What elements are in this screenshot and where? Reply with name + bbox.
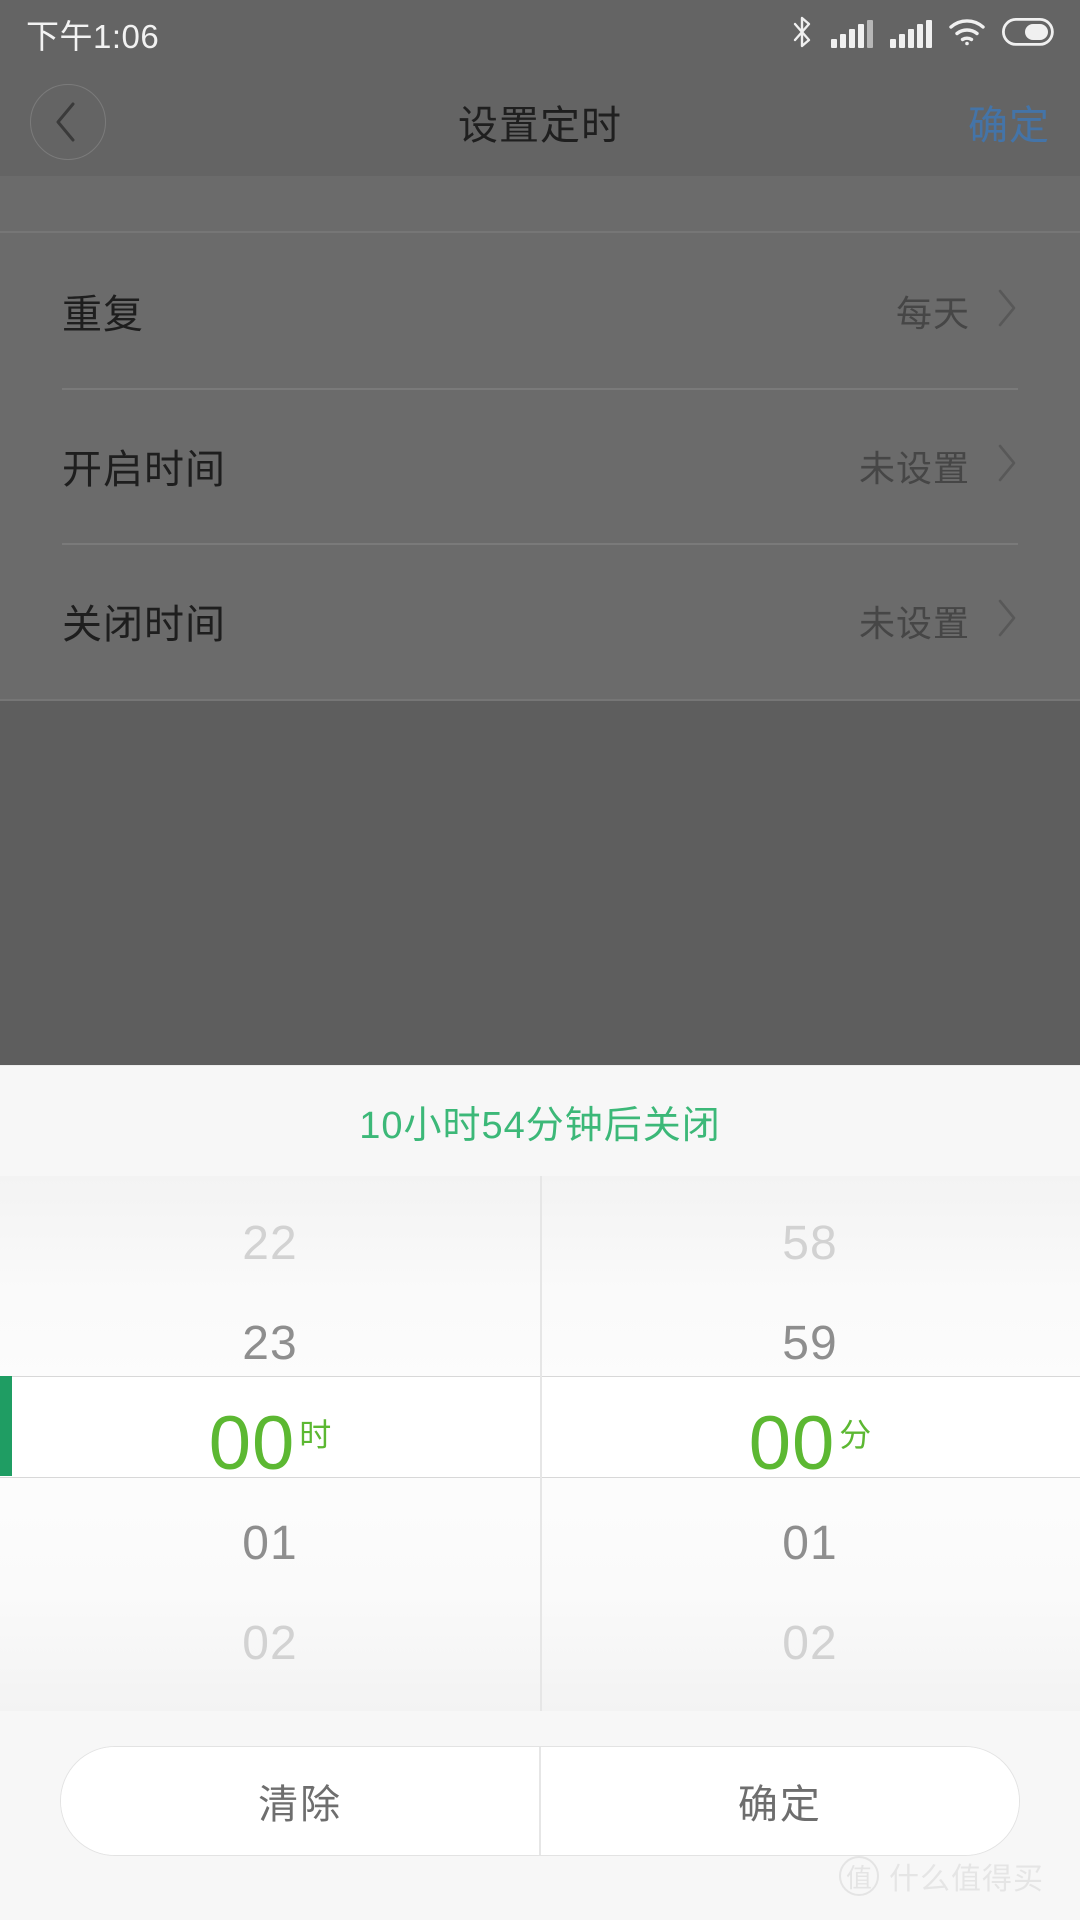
signal-icon-2: [890, 20, 932, 48]
setting-label-off-time: 关闭时间: [62, 602, 226, 647]
hour-option-below1[interactable]: 01: [0, 1494, 540, 1594]
setting-row-on-time[interactable]: 开启时间 未设置: [0, 388, 1080, 543]
setting-value-off-time: 未设置: [858, 602, 970, 644]
sheet-action-bar: 清除 确定: [60, 1746, 1020, 1856]
setting-label-on-time: 开启时间: [62, 447, 226, 492]
minute-option-below2[interactable]: 02: [540, 1594, 1080, 1694]
status-bar-time: 下午1:06: [26, 18, 160, 55]
minute-option-above1[interactable]: 59: [540, 1294, 1080, 1394]
chevron-right-icon: [996, 598, 1018, 643]
setting-label-repeat: 重复: [62, 292, 144, 337]
settings-list: 重复 每天 开启时间 未设置 关闭时间 未设置: [0, 233, 1080, 700]
title-bar: 设置定时 确定: [0, 68, 1080, 176]
chevron-right-icon: [996, 288, 1018, 333]
minute-option-below1[interactable]: 01: [540, 1494, 1080, 1594]
battery-icon: [1001, 17, 1054, 51]
watermark-text: 什么值得买: [889, 1863, 1044, 1896]
setting-right-off-time: 未设置: [859, 595, 1018, 647]
back-button[interactable]: [30, 84, 106, 160]
minute-unit-label: 分: [839, 1416, 872, 1453]
setting-right-repeat: 每天: [896, 285, 1018, 337]
chevron-left-icon: [56, 101, 79, 143]
setting-right-on-time: 未设置: [859, 440, 1018, 492]
backdrop-empty-area[interactable]: [0, 701, 1080, 1065]
minute-option-selected[interactable]: 00 分: [540, 1394, 1080, 1494]
time-picker-sheet: 10小时54分钟后关闭 22 23 00 时 01 02 58 59 00 分 01…: [0, 1065, 1080, 1920]
list-top-spacer: [0, 176, 1080, 232]
status-bar-icons: [790, 16, 1054, 53]
time-picker-wheels: 22 23 00 时 01 02 58 59 00 分 01 02: [0, 1176, 1080, 1711]
hour-option-below2[interactable]: 02: [0, 1594, 540, 1694]
signal-icon-1: [831, 20, 873, 48]
hour-unit-label: 时: [299, 1416, 332, 1453]
chevron-right-icon: [996, 443, 1018, 488]
minute-wheel[interactable]: 58 59 00 分 01 02: [540, 1176, 1080, 1711]
bluetooth-icon: [790, 16, 814, 53]
hour-wheel[interactable]: 22 23 00 时 01 02: [0, 1176, 540, 1711]
dimmed-app-backdrop: 下午1:06 设置定时 确定 重复 每天 开启时间 未设置 关闭时间 未设置: [0, 0, 1080, 1065]
setting-row-repeat[interactable]: 重复 每天: [0, 233, 1080, 388]
hour-selected-value: 00: [208, 1401, 296, 1486]
minute-selected-value: 00: [748, 1401, 836, 1486]
status-bar: 下午1:06: [0, 0, 1080, 68]
setting-value-on-time: 未设置: [858, 447, 970, 489]
confirm-button[interactable]: 确定: [540, 1747, 1019, 1855]
watermark-badge: 值: [839, 1856, 879, 1896]
picker-hint-text: 10小时54分钟后关闭: [359, 1104, 721, 1147]
wifi-icon: [949, 18, 985, 51]
page-title: 设置定时: [458, 104, 622, 148]
selection-marker: [0, 1376, 12, 1476]
hour-option-selected[interactable]: 00 时: [0, 1394, 540, 1494]
header-confirm-button[interactable]: 确定: [968, 93, 1050, 151]
hour-option-above2[interactable]: 22: [0, 1194, 540, 1294]
watermark: 值 什么值得买: [839, 1854, 1044, 1898]
hour-option-above1[interactable]: 23: [0, 1294, 540, 1394]
minute-option-above2[interactable]: 58: [540, 1194, 1080, 1294]
setting-value-repeat: 每天: [895, 292, 970, 334]
setting-row-off-time[interactable]: 关闭时间 未设置: [0, 543, 1080, 698]
clear-button[interactable]: 清除: [61, 1747, 540, 1855]
